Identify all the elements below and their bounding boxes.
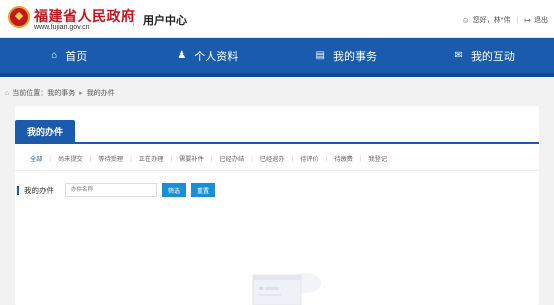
chat-icon: ✉ (454, 50, 463, 61)
filter-in-progress[interactable]: 正在办理 (139, 154, 164, 163)
home-icon: ⌂ (51, 50, 58, 61)
breadcrumb-prefix: 当前位置： (12, 90, 48, 97)
separator: | (130, 155, 132, 162)
filter-returned[interactable]: 已经退办 (260, 154, 285, 163)
breadcrumb-arrow-icon: ▸ (79, 90, 83, 97)
filter-to-pay[interactable]: 待缴费 (334, 154, 353, 163)
greeting-text[interactable]: 您好，林*伟 (473, 15, 511, 25)
filter-button[interactable]: 筛选 (162, 183, 187, 197)
site-url: www.fujian.gov.cn (34, 24, 90, 31)
tab-underline (15, 142, 539, 144)
nav-item-label: 我的互动 (470, 50, 515, 63)
separator: | (170, 155, 173, 162)
filter-not-submitted[interactable]: 尚未提交 (58, 154, 83, 163)
user-center-title: 用户中心 (133, 12, 187, 28)
person-icon: ♟ (177, 50, 187, 61)
filter-to-evaluate[interactable]: 待评价 (300, 154, 319, 163)
nav-item-label: 我的事务 (332, 50, 377, 63)
nav-item-affairs[interactable]: ▤ 我的事务 (277, 38, 416, 73)
empty-state-illustration (252, 273, 321, 305)
status-filter-bar: 全部 | 尚未提交 | 等待受理 | 正在办理 | 需要补件 | 已经办结 | … (30, 154, 387, 163)
separator: | (516, 16, 519, 24)
tab-my-cases[interactable]: 我的办件 (15, 120, 75, 142)
user-icon: ☺ (461, 15, 470, 25)
nav-item-label: 个人资料 (194, 50, 239, 63)
breadcrumb-item[interactable]: 我的事务 (47, 88, 75, 98)
nav-item-label: 首页 (65, 50, 88, 63)
nav-item-profile[interactable]: ♟ 个人资料 (139, 38, 278, 73)
separator: | (251, 155, 253, 162)
separator: | (210, 155, 213, 162)
site-title[interactable]: 福建省人民政府 (34, 6, 136, 26)
search-label: 我的办件 (24, 185, 54, 195)
my-cases-panel: 我的办件 全部 | 尚未提交 | 等待受理 | 正在办理 | 需要补件 | 已经… (15, 106, 539, 305)
label-accent-bar (17, 185, 19, 195)
breadcrumb: ⌂ 当前位置： 我的事务 ▸ 我的办件 (5, 88, 115, 98)
user-area: ☺ 您好，林*伟 | ↦ 退出 (462, 15, 548, 25)
filter-completed[interactable]: 已经办结 (219, 154, 244, 163)
breadcrumb-item[interactable]: 我的办件 (87, 88, 115, 98)
nav-underline (0, 73, 554, 77)
logout-icon: ↦ (524, 15, 531, 25)
national-emblem-icon (8, 6, 30, 28)
search-row: 我的办件 筛选 重置 (15, 182, 216, 198)
home-icon: ⌂ (5, 89, 10, 97)
filter-my-registered[interactable]: 我登记 (368, 154, 387, 163)
logout-link[interactable]: 退出 (534, 15, 548, 25)
separator: | (325, 155, 328, 162)
filter-all[interactable]: 全部 (30, 154, 42, 163)
separator: | (291, 155, 294, 162)
separator: | (49, 155, 51, 162)
reset-button[interactable]: 重置 (191, 183, 216, 197)
main-nav: ⌂ 首页 ♟ 个人资料 ▤ 我的事务 ✉ 我的互动 (0, 38, 554, 73)
nav-item-home[interactable]: ⌂ 首页 (0, 38, 139, 73)
filter-awaiting-acceptance[interactable]: 等待受理 (98, 154, 123, 163)
separator: | (89, 155, 92, 162)
document-icon: ▤ (315, 50, 325, 61)
divider (15, 170, 539, 171)
nav-item-interaction[interactable]: ✉ 我的互动 (416, 38, 554, 73)
case-name-input[interactable] (65, 183, 157, 197)
filter-needs-documents[interactable]: 需要补件 (179, 154, 204, 163)
top-header: 福建省人民政府 www.fujian.gov.cn 用户中心 ☺ 您好，林*伟 … (0, 0, 554, 38)
separator: | (359, 155, 362, 162)
